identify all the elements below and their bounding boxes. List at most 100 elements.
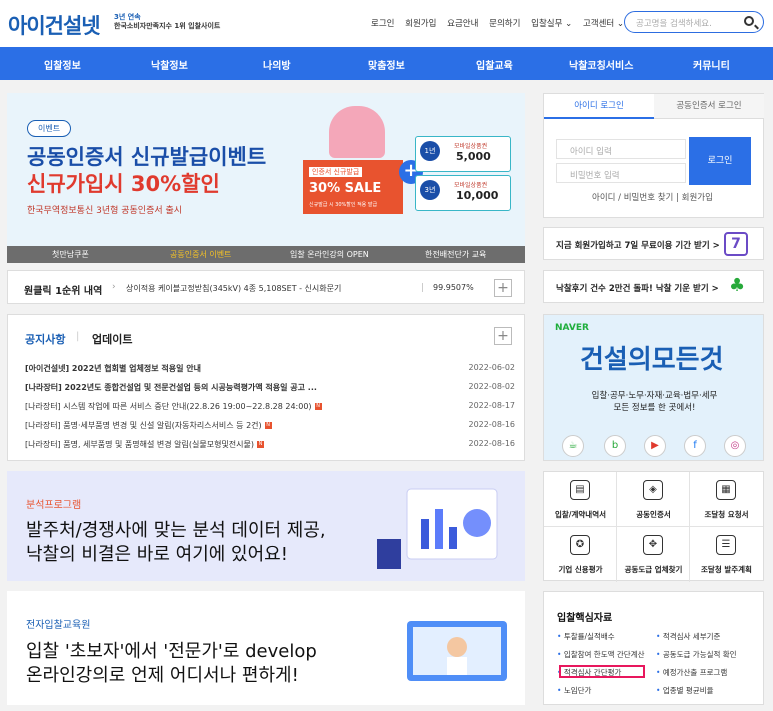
login-link[interactable]: 로그인 (371, 19, 394, 29)
tab-divider: | (76, 331, 80, 342)
quick-order-plan[interactable]: ☰ 조달청 발주계획 (690, 527, 763, 582)
core-item[interactable]: 투찰률/실적배수 (557, 631, 615, 642)
slogan: 3년 연속 한국소비자만족지수 1위 입찰사이트 (114, 13, 220, 31)
quick-label: 입찰/계약내역서 (554, 510, 607, 519)
nav-community[interactable]: 커뮤니티 (693, 57, 730, 72)
search-input[interactable]: 공고명을 검색하세요. (624, 11, 764, 33)
more-plus-button[interactable]: + (494, 279, 512, 297)
banner-subtitle: 한국무역정보통신 3년형 공동인증서 출시 (27, 206, 183, 216)
naver-banner[interactable]: NAVER 건설의모든것 입찰·공무·노무·자재·교육·법무·세무 모든 정보를… (543, 314, 764, 461)
tab-update[interactable]: 업데이트 (92, 331, 132, 347)
free-trial-promo[interactable]: 지금 회원가입하고 7일 무료이용 기간 받기 > 7 (543, 227, 764, 260)
review-promo[interactable]: 낙찰후기 건수 2만건 돌파! 낙찰 기운 받기 > ♣ (543, 270, 764, 303)
search-icon[interactable] (744, 16, 754, 26)
banner-tab-certificate[interactable]: 공동인증서 이벤트 (170, 249, 231, 260)
notice-title[interactable]: [나라장터] 시스템 작업에 따른 서비스 중단 안내(22.8.26 19:0… (25, 402, 312, 411)
instagram-icon[interactable]: ◎ (724, 435, 746, 457)
shield-icon: ◈ (643, 480, 663, 500)
free-trial-text: 지금 회원가입하고 7일 무료이용 기간 받기 > (556, 241, 720, 251)
pricing-link[interactable]: 요금안내 (447, 19, 478, 29)
education-line2: 온라인강의로 언제 어디서나 편하게! (26, 665, 299, 686)
quick-bid-contract[interactable]: ▤ 입찰/계약내역서 (544, 472, 617, 527)
banner-tab-education[interactable]: 한전배전단가 교육 (425, 249, 486, 260)
analysis-program-banner[interactable]: 분석프로그램 발주처/경쟁사에 맞는 분석 데이터 제공, 낙찰의 비결은 바로… (7, 471, 525, 581)
core-item[interactable]: 적격심사 세부기준 (656, 631, 721, 642)
clipboard-icon: ☰ (716, 535, 736, 555)
new-badge: N (257, 441, 265, 448)
new-badge: N (314, 403, 322, 410)
signup-link[interactable]: 회원가입 (405, 19, 436, 29)
core-item[interactable]: 입찰참여 한도액 간단계산 (557, 649, 645, 660)
voucher-year: 1년 (420, 141, 440, 161)
chart-illustration (377, 488, 498, 569)
notice-row[interactable]: [나라장터] 2022년도 종합건설업 및 전문건설업 등의 시공능력평가액 적… (25, 382, 515, 396)
core-title: 입찰핵심자료 (557, 613, 613, 624)
notice-title[interactable]: [나라장터] 2022년도 종합건설업 및 전문건설업 등의 시공능력평가액 적… (25, 382, 317, 393)
notice-row[interactable]: [나라장터] 품명·세부품명 변경 및 신설 알림(자동차리스서비스 등 2건)… (25, 420, 515, 434)
quick-certificate[interactable]: ◈ 공동인증서 (617, 472, 690, 527)
banner-tab-coupon[interactable]: 첫만남쿠폰 (52, 249, 89, 260)
facebook-icon[interactable]: f (684, 435, 706, 457)
naver-cafe-icon[interactable]: ☕ (562, 435, 584, 457)
notice-row[interactable]: [나라장터] 시스템 작업에 따른 서비스 중단 안내(22.8.26 19:0… (25, 401, 515, 415)
quick-credit-rating[interactable]: ✪ 기업 신용평가 (544, 527, 617, 582)
more-plus-button[interactable]: + (494, 327, 512, 345)
analysis-line1: 발주처/경쟁사에 맞는 분석 데이터 제공, (26, 520, 326, 541)
event-banner[interactable]: 이벤트 공동인증서 신규발급이벤트 신규가입시 30%할인 한국무역정보통신 3… (7, 93, 525, 263)
notice-title[interactable]: [아이건설넷] 2022년 협회별 업체정보 적용일 안내 (25, 363, 201, 374)
lecture-illustration (407, 621, 507, 681)
password-input[interactable]: 비밀번호 입력 (556, 163, 686, 183)
core-item[interactable]: 노임단가 (557, 685, 592, 696)
nav-my-room[interactable]: 나의방 (263, 57, 291, 72)
notice-title[interactable]: [나라장터] 품명·세부품명 변경 및 신설 알림(자동차리스서비스 등 2건) (25, 421, 262, 430)
voucher-10000: 3년 모바일상품권 10,000 (415, 175, 511, 211)
person-illustration (329, 106, 385, 158)
login-button[interactable]: 로그인 (689, 137, 751, 185)
tab-notice[interactable]: 공지사항 (25, 331, 65, 347)
youtube-icon[interactable]: ▶ (644, 435, 666, 457)
quick-procurement-request[interactable]: ▦ 조달청 요청서 (690, 472, 763, 527)
analysis-line2: 낙찰의 비결은 바로 여기에 있어요! (26, 544, 288, 565)
quick-label: 조달청 발주계획 (701, 565, 752, 574)
nav-bid-education[interactable]: 입찰교육 (476, 57, 513, 72)
handshake-icon: ✥ (643, 535, 663, 555)
education-line1: 입찰 '초보자'에서 '전문가'로 develop (26, 641, 317, 662)
notice-date: 2022-06-02 (468, 363, 516, 372)
one-click-percent: 99.9507% (422, 283, 474, 292)
analysis-caption: 분석프로그램 (26, 500, 82, 511)
sale-coupon: 인증서 신규발급 30% SALE 신규발급 시 30%할인 적용 발급 (303, 160, 403, 214)
bid-practice-menu[interactable]: 입찰실무 ⌄ (531, 19, 572, 29)
nav-bid-info[interactable]: 입찰정보 (44, 57, 81, 72)
nav-custom-info[interactable]: 맞춤정보 (368, 57, 405, 72)
event-badge: 이벤트 (27, 120, 72, 137)
quick-label: 조달청 요청서 (704, 510, 749, 519)
quick-joint-contract[interactable]: ✥ 공동도급 업체찾기 (617, 527, 690, 582)
quick-label: 기업 신용평가 (558, 565, 603, 574)
one-click-title[interactable]: 원클릭 1순위 내역 (24, 282, 102, 297)
notice-date: 2022-08-16 (468, 439, 516, 448)
voucher-year: 3년 (420, 180, 440, 200)
quick-menu-grid: ▤ 입찰/계약내역서 ◈ 공동인증서 ▦ 조달청 요청서 ✪ 기업 신용평가 ✥ 공동도급… (543, 471, 764, 582)
nav-award-info[interactable]: 낙찰정보 (151, 57, 188, 72)
education-banner[interactable]: 전자입찰교육원 입찰 '초보자'에서 '전문가'로 develop 온라인강의로… (7, 591, 525, 705)
id-input[interactable]: 아이디 입력 (556, 139, 686, 159)
notice-date: 2022-08-17 (468, 401, 516, 410)
find-account-links[interactable]: 아이디 / 비밀번호 찾기 | 회원가입 (592, 191, 713, 203)
notice-title[interactable]: [나라장터] 품명, 세부품명 및 품명해설 변경 알림(실물모형및전시물) (25, 440, 254, 449)
site-logo[interactable]: 아이건설넷 (8, 10, 101, 40)
education-caption: 전자입찰교육원 (26, 620, 91, 631)
tab-id-login[interactable]: 아이디 로그인 (544, 94, 654, 119)
contact-link[interactable]: 문의하기 (489, 19, 520, 29)
nav-coaching[interactable]: 낙찰코칭서비스 (569, 57, 633, 72)
core-item[interactable]: 예정가산출 프로그램 (656, 667, 727, 678)
tab-cert-login[interactable]: 공동인증서 로그인 (654, 94, 764, 119)
notice-row[interactable]: [아이건설넷] 2022년 협회별 업체정보 적용일 안내 2022-06-02 (25, 363, 515, 377)
login-box: 아이디 로그인 공동인증서 로그인 아이디 입력 비밀번호 입력 로그인 아이디… (543, 93, 764, 218)
customer-center-menu[interactable]: 고객센터 ⌄ (583, 19, 624, 29)
notice-row[interactable]: [나라장터] 품명, 세부품명 및 품명해설 변경 알림(실물모형및전시물) N 2… (25, 439, 515, 453)
banner-tab-online[interactable]: 입찰 온라인강의 OPEN (290, 249, 369, 260)
core-item[interactable]: 업종별 평균비율 (656, 685, 714, 696)
one-click-desc[interactable]: 상이적용 케이블고정받침(345kV) 4종 5,108SET - 신시화문기 (126, 283, 341, 294)
blog-icon[interactable]: b (604, 435, 626, 457)
core-item[interactable]: 공동도급 가능실적 확인 (656, 649, 737, 660)
